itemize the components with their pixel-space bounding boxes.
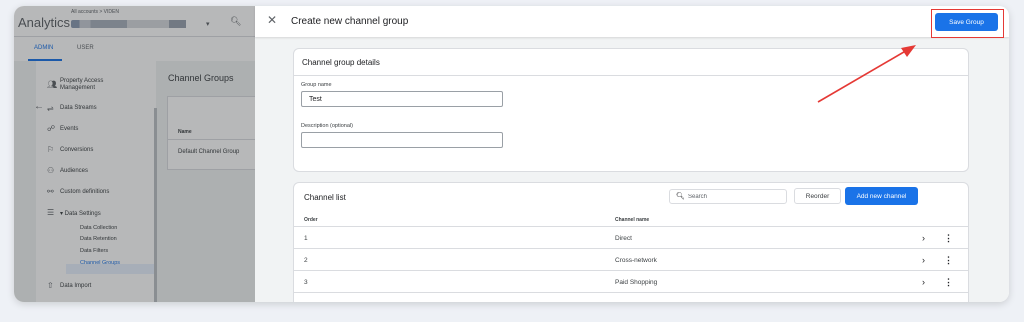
channel-group-details-card: Channel group details Group name Descrip… bbox=[293, 48, 969, 172]
row-channel-name[interactable]: Paid Shopping bbox=[615, 279, 657, 286]
header-divider bbox=[294, 226, 968, 227]
row-order: 2 bbox=[304, 257, 308, 264]
row-divider bbox=[294, 248, 968, 249]
group-name-input[interactable] bbox=[301, 91, 503, 107]
row-order: 3 bbox=[304, 279, 308, 286]
close-icon[interactable]: ✕ bbox=[267, 13, 277, 27]
row-channel-name[interactable]: Direct bbox=[615, 235, 632, 242]
chevron-right-icon[interactable]: › bbox=[922, 277, 925, 287]
add-new-channel-button[interactable]: Add new channel bbox=[845, 187, 918, 205]
drawer-title: Create new channel group bbox=[291, 16, 409, 27]
description-input[interactable] bbox=[301, 132, 503, 148]
more-vert-icon[interactable]: ⋮ bbox=[944, 255, 953, 266]
channel-list-title: Channel list bbox=[304, 193, 346, 202]
column-header-channel-name: Channel name bbox=[615, 217, 650, 223]
drawer-header: ✕ Create new channel group Save Group bbox=[255, 6, 1009, 37]
more-vert-icon[interactable]: ⋮ bbox=[944, 233, 953, 244]
row-divider bbox=[294, 292, 968, 293]
card-divider bbox=[294, 75, 968, 76]
channel-search-box[interactable]: 🔍︎ bbox=[669, 189, 787, 204]
group-name-label: Group name bbox=[301, 82, 332, 88]
chevron-right-icon[interactable]: › bbox=[922, 255, 925, 265]
save-button-highlight-box bbox=[931, 9, 1004, 38]
row-order: 1 bbox=[304, 235, 308, 242]
chevron-right-icon[interactable]: › bbox=[922, 233, 925, 243]
column-header-order: Order bbox=[304, 217, 318, 223]
modal-scrim[interactable] bbox=[14, 6, 255, 302]
search-icon: 🔍︎ bbox=[676, 193, 685, 200]
channel-search-input[interactable] bbox=[688, 192, 778, 202]
row-divider bbox=[294, 270, 968, 271]
more-vert-icon[interactable]: ⋮ bbox=[944, 277, 953, 288]
description-label: Description (optional) bbox=[301, 123, 353, 129]
create-channel-group-drawer: ✕ Create new channel group Save Group Ch… bbox=[255, 6, 1009, 302]
details-card-title: Channel group details bbox=[302, 58, 380, 67]
row-channel-name[interactable]: Cross-network bbox=[615, 257, 657, 264]
reorder-button[interactable]: Reorder bbox=[794, 188, 841, 204]
app-window: Analytics All accounts > VIDEN ▾ 🔍︎ ADMI… bbox=[14, 6, 1009, 302]
